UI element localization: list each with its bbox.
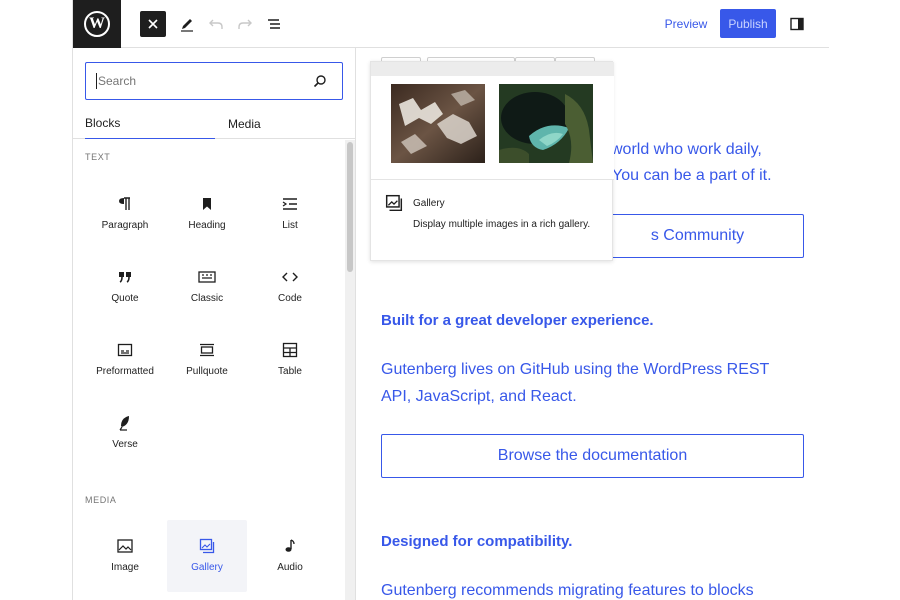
- preview-button[interactable]: Preview: [661, 9, 711, 39]
- close-icon: [148, 19, 158, 29]
- pencil-icon: [181, 19, 193, 32]
- block-item-heading[interactable]: Heading: [167, 178, 247, 250]
- block-inserter-panel: Blocks Media TEXT Paragraph Heading List: [73, 48, 356, 600]
- image-icon: [115, 536, 135, 556]
- undo-icon: [209, 19, 223, 29]
- search-box: [85, 62, 343, 100]
- section-title-text: TEXT: [85, 152, 111, 162]
- gallery-icon: [385, 194, 403, 212]
- tab-blocks[interactable]: Blocks: [85, 108, 215, 139]
- block-item-code[interactable]: Code: [250, 251, 330, 323]
- classic-icon: [197, 267, 217, 287]
- verse-icon: [115, 413, 135, 433]
- block-label: Table: [278, 366, 302, 377]
- search-icon: [313, 75, 326, 88]
- quote-icon: [115, 267, 135, 287]
- block-card-description: Display multiple images in a rich galler…: [413, 219, 591, 230]
- close-inserter-button[interactable]: [140, 11, 166, 37]
- heading-developer-experience[interactable]: Built for a great developer experience.: [381, 312, 654, 329]
- gallery-preview: [371, 76, 614, 179]
- block-label: Preformatted: [96, 366, 154, 377]
- preformatted-icon: [115, 340, 135, 360]
- sidebar-toggle-icon: [790, 17, 804, 31]
- gallery-preview-image: [499, 84, 593, 163]
- block-label: Quote: [111, 293, 139, 304]
- block-card-title: Gallery: [413, 198, 445, 209]
- paragraph-line[interactable]: You can be a part of it.: [612, 163, 812, 189]
- heading-icon: [197, 194, 217, 214]
- tab-media[interactable]: Media: [228, 108, 261, 139]
- tools-button[interactable]: [174, 11, 200, 37]
- browse-documentation-button[interactable]: Browse the documentation: [381, 434, 804, 478]
- inserter-scrollbar[interactable]: [345, 140, 355, 600]
- gallery-icon: [197, 536, 217, 556]
- scrollbar-thumb[interactable]: [347, 142, 353, 272]
- pullquote-icon: [197, 340, 217, 360]
- list-icon: [280, 194, 300, 214]
- search-input[interactable]: [96, 73, 296, 89]
- paragraph-line[interactable]: Gutenberg recommends migrating features …: [381, 578, 801, 600]
- inserter-tabs: Blocks Media: [73, 108, 355, 139]
- block-label: Paragraph: [101, 220, 149, 231]
- block-label: Verse: [112, 439, 138, 450]
- block-item-list[interactable]: List: [250, 178, 330, 250]
- block-item-verse[interactable]: Verse: [85, 397, 165, 469]
- block-item-gallery[interactable]: Gallery: [167, 520, 247, 592]
- list-view-icon: [268, 19, 280, 29]
- publish-button[interactable]: Publish: [720, 9, 776, 38]
- block-item-image[interactable]: Image: [85, 520, 165, 592]
- paragraph-icon: [115, 194, 135, 214]
- block-item-preformatted[interactable]: Preformatted: [85, 324, 165, 396]
- block-item-table[interactable]: Table: [250, 324, 330, 396]
- redo-icon: [238, 19, 252, 29]
- paragraph-line[interactable]: Gutenberg lives on GitHub using the Word…: [381, 357, 801, 383]
- wordpress-logo-icon: W: [84, 11, 110, 37]
- block-label: List: [282, 220, 298, 231]
- block-item-paragraph[interactable]: Paragraph: [85, 178, 165, 250]
- section-title-media: MEDIA: [85, 495, 117, 505]
- paragraph-line[interactable]: world who work daily,: [611, 137, 811, 163]
- block-item-classic[interactable]: Classic: [167, 251, 247, 323]
- block-label: Gallery: [191, 562, 223, 573]
- block-label: Image: [111, 562, 139, 573]
- block-label: Classic: [190, 293, 224, 304]
- table-icon: [280, 340, 300, 360]
- block-preview-popover: Gallery Display multiple images in a ric…: [370, 61, 614, 262]
- block-item-pullquote[interactable]: Pullquote: [167, 324, 247, 396]
- preview-header-strip: [371, 62, 614, 76]
- gallery-preview-image: [391, 84, 485, 163]
- editor-frame: W Preview Publish Search Blocks Media TE…: [72, 0, 829, 600]
- redo-button[interactable]: [232, 11, 258, 37]
- block-label: Pullquote: [186, 366, 228, 377]
- paragraph-line[interactable]: API, JavaScript, and React.: [381, 384, 801, 410]
- settings-button[interactable]: [784, 11, 810, 37]
- undo-button[interactable]: [203, 11, 229, 37]
- heading-compatibility[interactable]: Designed for compatibility.: [381, 533, 572, 550]
- audio-icon: [280, 536, 300, 556]
- block-card: Gallery Display multiple images in a ric…: [371, 179, 614, 262]
- editor-toolbar: W Preview Publish: [73, 0, 829, 48]
- code-icon: [280, 267, 300, 287]
- block-label: Heading: [188, 220, 226, 231]
- button-label: s Community: [650, 227, 745, 244]
- block-label: Audio: [277, 562, 303, 573]
- block-item-quote[interactable]: Quote: [85, 251, 165, 323]
- block-label: Code: [278, 293, 302, 304]
- document-overview-button[interactable]: [261, 11, 287, 37]
- block-item-audio[interactable]: Audio: [250, 520, 330, 592]
- wordpress-logo-button[interactable]: W: [73, 0, 121, 48]
